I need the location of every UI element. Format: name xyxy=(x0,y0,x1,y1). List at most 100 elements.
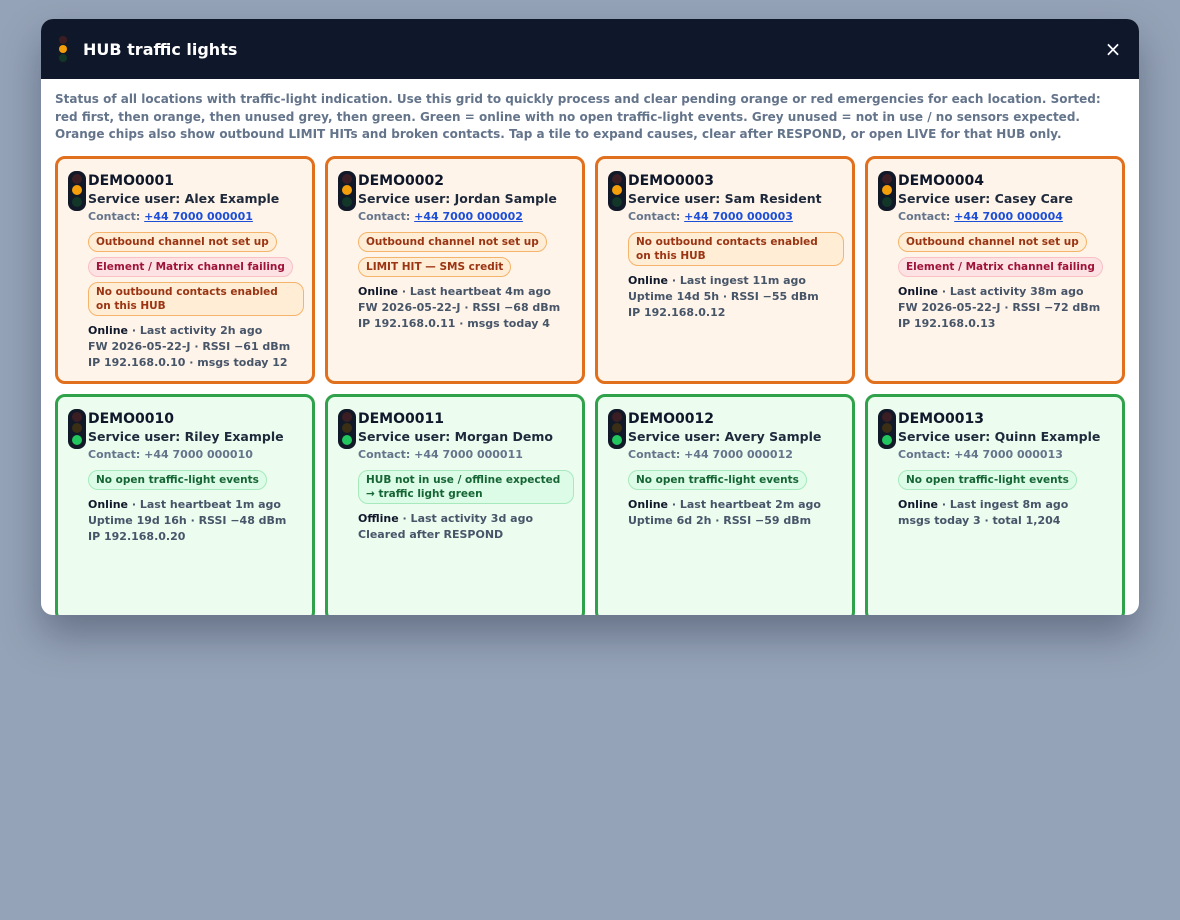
contact-phone-link[interactable]: +44 7000 000004 xyxy=(954,210,1063,223)
cause-chips: Outbound channel not set up Element / Mat… xyxy=(88,231,304,316)
service-user: Service user: Riley Example xyxy=(88,428,284,444)
status-line: IP 192.168.0.10 · msgs today 12 xyxy=(88,355,288,369)
online-state: Online xyxy=(628,273,669,287)
status-line: Online · Last ingest 8m ago xyxy=(898,497,1110,513)
status-chip: No open traffic-light events xyxy=(88,469,267,490)
online-state: Offline xyxy=(358,511,399,525)
status-line: FW 2026-05-22-J · RSSI −72 dBm xyxy=(898,300,1101,314)
status-detail: · Last heartbeat 2m ago xyxy=(671,497,821,511)
status-detail: · Last activity 38m ago xyxy=(941,284,1084,298)
status-chip: Outbound channel not set up xyxy=(358,231,547,252)
cause-chips: HUB not in use / offline expected → traf… xyxy=(358,469,574,504)
contact-phone: +44 7000 000013 xyxy=(954,447,1063,461)
online-state: Online xyxy=(898,284,939,298)
hub-tile[interactable]: DEMO0012 Service user: Avery Sample Contac… xyxy=(595,393,855,615)
hub-id: DEMO0004 xyxy=(898,172,984,189)
status-detail: · Last activity 3d ago xyxy=(402,511,534,525)
status-chip: No outbound contacts enabled on this HUB xyxy=(88,281,304,316)
hub-tile[interactable]: DEMO0001 Service user: Alex Example Contac… xyxy=(55,155,315,384)
traffic-light-icon xyxy=(878,170,896,211)
contact-phone-link[interactable]: +44 7000 000001 xyxy=(144,210,253,223)
hub-tile[interactable]: DEMO0004 Service user: Casey Care Contact:… xyxy=(865,155,1125,384)
status-chip: Outbound channel not set up xyxy=(898,231,1087,252)
traffic-lights-modal: HUB traffic lights × Status of all locat… xyxy=(41,19,1139,615)
contact-label: Contact: xyxy=(88,447,141,461)
cause-chips: No open traffic-light events xyxy=(88,469,300,490)
status-line: Offline · Last activity 3d ago xyxy=(358,511,570,527)
status-line: IP 192.168.0.20 xyxy=(88,529,186,543)
status-line: Uptime 6d 2h · RSSI −59 dBm xyxy=(628,513,812,527)
cause-chips: Outbound channel not set up Element / Mat… xyxy=(898,231,1110,277)
traffic-light-icon xyxy=(68,170,86,211)
hub-id: DEMO0012 xyxy=(628,410,714,427)
cause-chips: No open traffic-light events xyxy=(898,469,1110,490)
contact-phone-link[interactable]: +44 7000 000003 xyxy=(684,210,793,223)
online-state: Online xyxy=(628,497,669,511)
status-detail: · Last ingest 8m ago xyxy=(941,497,1069,511)
status-line: Online · Last heartbeat 1m ago xyxy=(88,497,300,513)
service-user: Service user: Avery Sample xyxy=(628,428,822,444)
status-line: Cleared after RESPOND xyxy=(358,527,504,541)
status-line: Online · Last activity 2h ago xyxy=(88,323,300,339)
hub-tile[interactable]: DEMO0011 Service user: Morgan Demo Contact… xyxy=(325,393,585,615)
status-chip: LIMIT HIT — SMS credit xyxy=(358,256,512,277)
hub-tile[interactable]: DEMO0013 Service user: Quinn Example Conta… xyxy=(865,393,1125,615)
contact-label: Contact: xyxy=(358,209,411,223)
status-line: Online · Last heartbeat 4m ago xyxy=(358,284,570,300)
status-line: Uptime 14d 5h · RSSI −55 dBm xyxy=(628,289,819,303)
close-button[interactable]: × xyxy=(1101,37,1125,61)
contact-label: Contact: xyxy=(88,209,141,223)
contact-label: Contact: xyxy=(898,209,951,223)
online-state: Online xyxy=(358,284,399,298)
cause-chips: Outbound channel not set up LIMIT HIT — S… xyxy=(358,231,570,277)
status-chip: No open traffic-light events xyxy=(628,469,807,490)
contact-label: Contact: xyxy=(898,447,951,461)
service-user: Service user: Sam Resident xyxy=(628,190,822,206)
traffic-light-icon xyxy=(608,408,626,449)
modal-header: HUB traffic lights × xyxy=(41,19,1139,79)
contact-line: Contact: +44 7000 000011 xyxy=(358,446,570,464)
status-detail: · Last ingest 11m ago xyxy=(671,273,806,287)
hub-id: DEMO0003 xyxy=(628,172,714,189)
status-line: IP 192.168.0.13 xyxy=(898,316,996,330)
status-line: IP 192.168.0.11 · msgs today 4 xyxy=(358,316,550,330)
hub-id: DEMO0011 xyxy=(358,410,444,427)
status-line: IP 192.168.0.12 xyxy=(628,305,726,319)
hub-id: DEMO0013 xyxy=(898,410,984,427)
hub-id: DEMO0001 xyxy=(88,172,174,189)
cause-chips: No open traffic-light events xyxy=(628,469,840,490)
contact-phone: +44 7000 000012 xyxy=(684,447,793,461)
status-line: Uptime 19d 16h · RSSI −48 dBm xyxy=(88,513,287,527)
traffic-light-icon xyxy=(878,408,896,449)
status-line: FW 2026-05-22-J · RSSI −68 dBm xyxy=(358,300,561,314)
status-chip: HUB not in use / offline expected → traf… xyxy=(358,469,574,504)
traffic-light-icon xyxy=(608,170,626,211)
cause-chips: No outbound contacts enabled on this HUB xyxy=(628,231,844,266)
status-detail: · Last heartbeat 1m ago xyxy=(131,497,281,511)
status-line: msgs today 3 · total 1,204 xyxy=(898,513,1061,527)
hub-id: DEMO0010 xyxy=(88,410,174,427)
status-line: Online · Last heartbeat 2m ago xyxy=(628,497,840,513)
status-line: Online · Last activity 38m ago xyxy=(898,284,1110,300)
status-chip: Element / Matrix channel failing xyxy=(898,256,1103,277)
contact-label: Contact: xyxy=(358,447,411,461)
traffic-light-icon xyxy=(338,408,356,449)
status-line: Online · Last ingest 11m ago xyxy=(628,273,840,289)
service-user: Service user: Casey Care xyxy=(898,190,1073,206)
service-user: Service user: Jordan Sample xyxy=(358,190,557,206)
hub-tile[interactable]: DEMO0003 Service user: Sam Resident Contac… xyxy=(595,155,855,384)
status-line: FW 2026-05-22-J · RSSI −61 dBm xyxy=(88,339,291,353)
online-state: Online xyxy=(898,497,939,511)
status-chip: No outbound contacts enabled on this HUB xyxy=(628,231,844,266)
contact-phone-link[interactable]: +44 7000 000002 xyxy=(414,210,523,223)
hub-tile[interactable]: DEMO0010 Service user: Riley Example Conta… xyxy=(55,393,315,615)
service-user: Service user: Alex Example xyxy=(88,190,280,206)
traffic-light-icon xyxy=(68,408,86,449)
contact-label: Contact: xyxy=(628,209,681,223)
traffic-light-icon xyxy=(57,34,69,64)
status-detail: · Last activity 2h ago xyxy=(131,323,263,337)
hub-tile[interactable]: DEMO0002 Service user: Jordan Sample Conta… xyxy=(325,155,585,384)
contact-line: Contact: +44 7000 000010 xyxy=(88,446,300,464)
contact-line: Contact: +44 7000 000004 xyxy=(898,208,1110,226)
modal-description: Status of all locations with traffic-lig… xyxy=(55,92,1101,141)
